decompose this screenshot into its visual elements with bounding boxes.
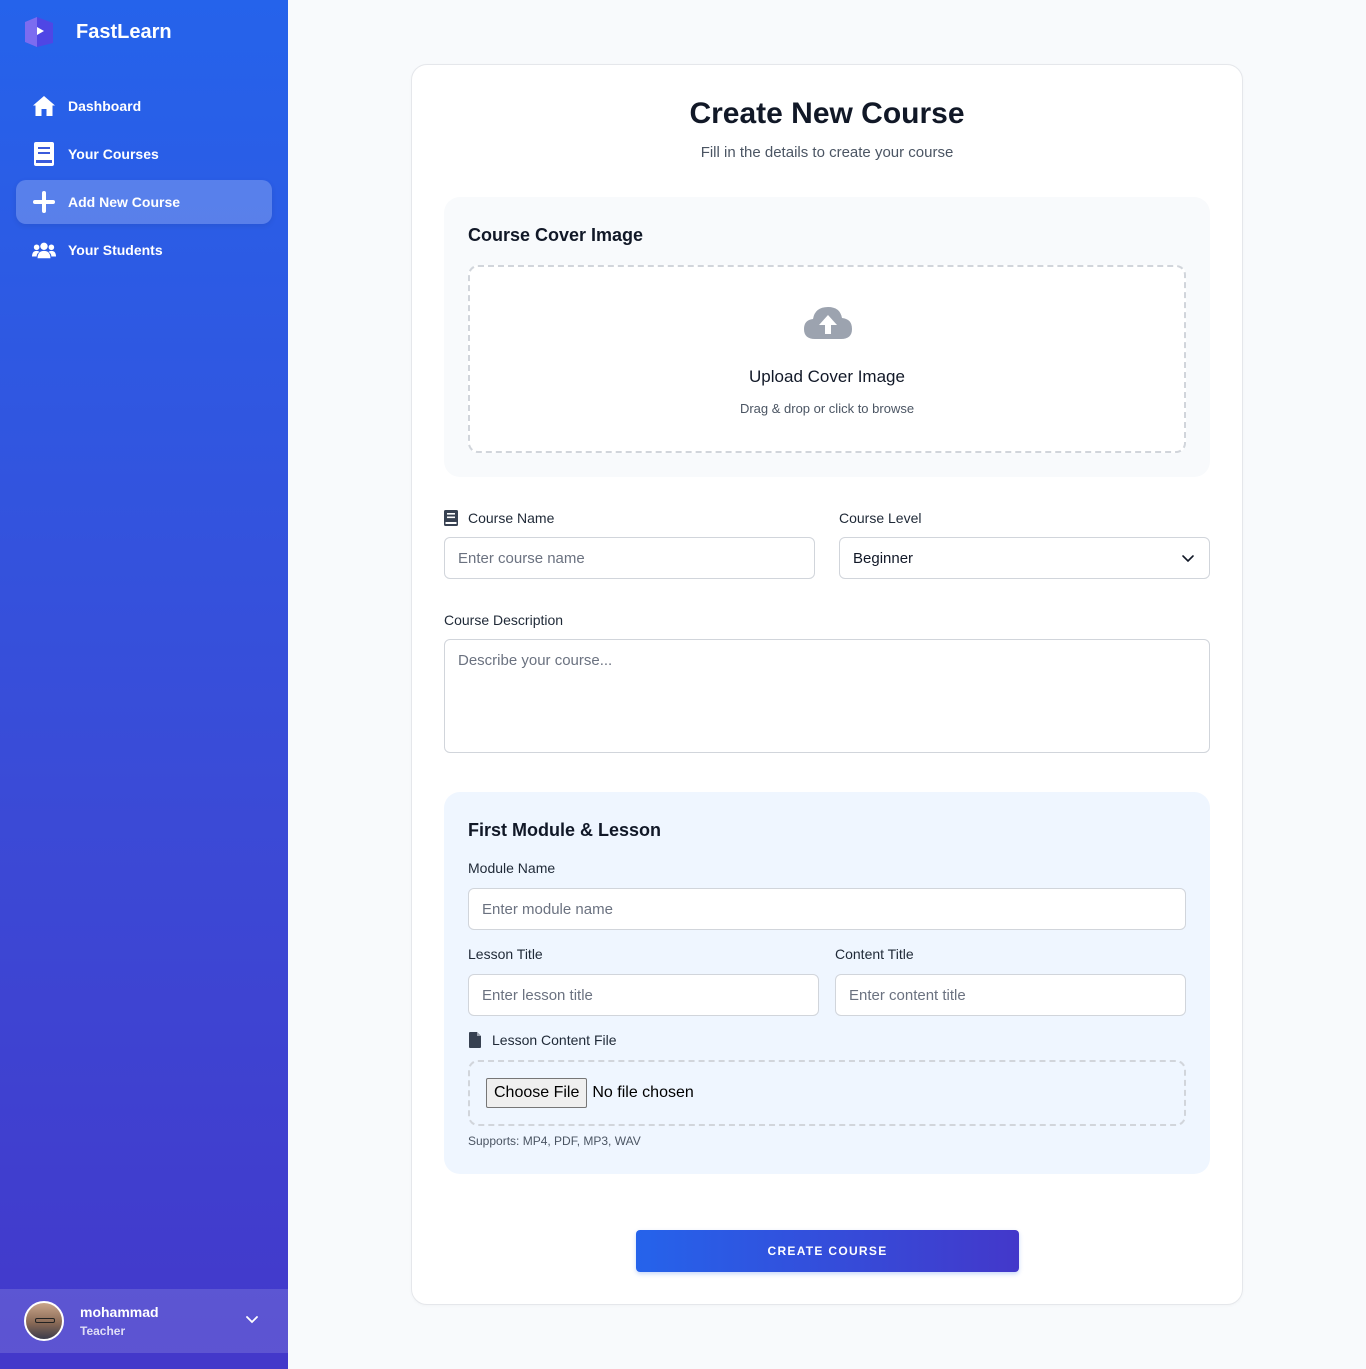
module-name-input[interactable] <box>468 888 1186 930</box>
file-status: No file chosen <box>592 1084 694 1101</box>
upload-cover-title: Upload Cover Image <box>749 367 905 386</box>
content-title-input[interactable] <box>835 974 1186 1016</box>
sidebar-item-dashboard[interactable]: Dashboard <box>16 84 272 128</box>
user-name: mohammad <box>80 1304 159 1320</box>
sidebar-item-your-courses[interactable]: Your Courses <box>16 132 272 176</box>
page-subtitle: Fill in the details to create your cours… <box>700 144 954 161</box>
content-title-label: Content Title <box>835 946 914 962</box>
course-level-label: Course Level <box>839 510 922 526</box>
first-module-heading: First Module & Lesson <box>468 820 662 840</box>
course-name-input[interactable] <box>444 537 815 579</box>
home-icon <box>32 94 56 118</box>
lesson-content-file-zone: Choose File No file chosen <box>468 1060 1186 1126</box>
sidebar-nav: Dashboard Your Courses Add New Course Yo… <box>16 84 272 276</box>
sidebar-item-label: Your Courses <box>68 146 159 162</box>
user-menu[interactable]: mohammad Teacher <box>0 1289 288 1353</box>
sidebar-item-label: Add New Course <box>68 194 181 210</box>
sidebar-item-your-students[interactable]: Your Students <box>16 228 272 272</box>
book-icon <box>32 142 56 166</box>
course-name-label: Course Name <box>444 510 554 526</box>
lesson-content-file-label: Lesson Content File <box>468 1032 617 1048</box>
course-description-input[interactable] <box>444 639 1210 753</box>
create-course-card: Create New Course Fill in the details to… <box>411 64 1243 1305</box>
upload-cover-hint: Drag & drop or click to browse <box>739 401 915 416</box>
avatar <box>24 1301 64 1341</box>
first-module-section: First Module & Lesson Module Name Lesson… <box>444 792 1210 1174</box>
file-icon <box>469 1032 481 1048</box>
user-role: Teacher <box>80 1324 126 1338</box>
lesson-title-label: Lesson Title <box>468 946 543 962</box>
plus-icon <box>32 190 56 214</box>
cover-image-section: Course Cover Image Upload Cover Image Dr… <box>444 197 1210 477</box>
lesson-title-input[interactable] <box>468 974 819 1016</box>
fastlearn-logo <box>25 17 53 47</box>
users-icon <box>32 238 56 262</box>
sidebar-item-label: Dashboard <box>68 98 142 114</box>
lesson-content-file-label-text: Lesson Content File <box>492 1032 617 1048</box>
supported-formats: Supports: MP4, PDF, MP3, WAV <box>468 1134 641 1148</box>
sidebar-item-add-new-course[interactable]: Add New Course <box>16 180 272 224</box>
chevron-down-icon[interactable] <box>244 1311 260 1327</box>
choose-file-button[interactable]: Choose File <box>486 1078 588 1108</box>
create-course-button[interactable]: CREATE COURSE <box>636 1230 1019 1272</box>
cloud-upload-icon <box>804 307 852 339</box>
chevron-down-icon <box>1182 555 1194 563</box>
brand[interactable]: FastLearn <box>22 14 172 50</box>
course-level-value: Beginner <box>853 549 914 567</box>
sidebar: FastLearn Dashboard Your Courses Add New… <box>0 0 288 1369</box>
cover-image-heading: Course Cover Image <box>468 225 644 245</box>
book-icon <box>444 510 458 526</box>
user-info: mohammad Teacher <box>80 1304 159 1338</box>
page-title: Create New Course <box>689 97 965 130</box>
sidebar-item-label: Your Students <box>68 242 163 258</box>
course-description-label: Course Description <box>444 612 564 628</box>
course-level-select[interactable]: Beginner <box>839 537 1210 579</box>
brand-name: FastLearn <box>76 20 172 43</box>
cover-image-dropzone[interactable]: Upload Cover Image Drag & drop or click … <box>468 265 1186 453</box>
course-name-label-text: Course Name <box>468 510 555 526</box>
module-name-label: Module Name <box>468 860 556 876</box>
